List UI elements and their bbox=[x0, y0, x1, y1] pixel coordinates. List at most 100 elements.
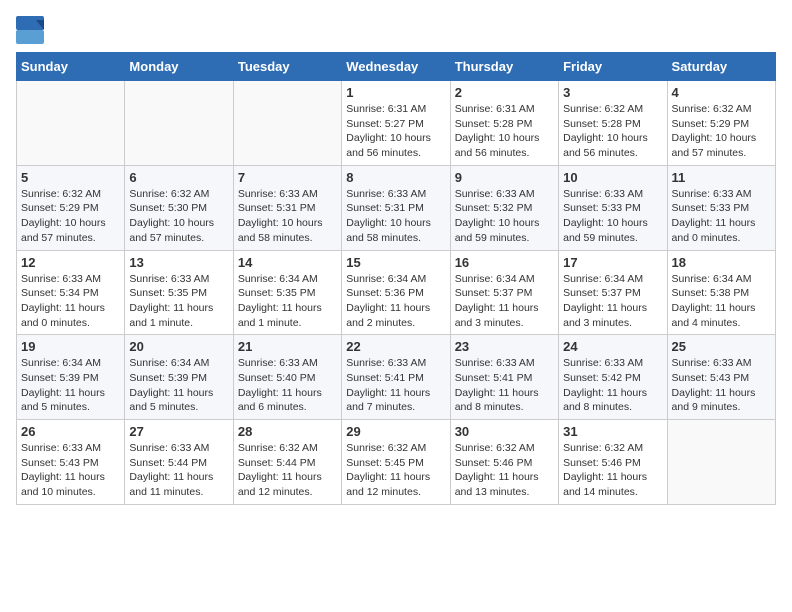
day-cell: 4 Sunrise: 6:32 AMSunset: 5:29 PMDaylight… bbox=[667, 81, 775, 166]
header-day-tuesday: Tuesday bbox=[233, 53, 341, 81]
day-info: Sunrise: 6:33 AMSunset: 5:42 PMDaylight:… bbox=[563, 356, 662, 415]
day-cell: 5Sunrise: 6:32 AMSunset: 5:29 PMDaylight… bbox=[17, 165, 125, 250]
day-cell: 14 Sunrise: 6:34 AMSunset: 5:35 PMDayligh… bbox=[233, 250, 341, 335]
day-number: 19 bbox=[21, 339, 120, 354]
day-info: Sunrise: 6:34 AMSunset: 5:39 PMDaylight:… bbox=[129, 356, 228, 415]
day-cell: 31 Sunrise: 6:32 AMSunset: 5:46 PMDayligh… bbox=[559, 420, 667, 505]
day-number: 21 bbox=[238, 339, 337, 354]
day-cell: 17 Sunrise: 6:34 AMSunset: 5:37 PMDayligh… bbox=[559, 250, 667, 335]
day-cell: 24 Sunrise: 6:33 AMSunset: 5:42 PMDayligh… bbox=[559, 335, 667, 420]
day-cell: 13 Sunrise: 6:33 AMSunset: 5:35 PMDayligh… bbox=[125, 250, 233, 335]
day-cell: 26 Sunrise: 6:33 AMSunset: 5:43 PMDayligh… bbox=[17, 420, 125, 505]
day-info: Sunrise: 6:33 AMSunset: 5:43 PMDaylight:… bbox=[21, 441, 120, 500]
day-info: Sunrise: 6:34 AMSunset: 5:38 PMDaylight:… bbox=[672, 272, 771, 331]
day-number: 16 bbox=[455, 255, 554, 270]
day-number: 31 bbox=[563, 424, 662, 439]
day-cell: 11Sunrise: 6:33 AMSunset: 5:33 PMDayligh… bbox=[667, 165, 775, 250]
day-number: 7 bbox=[238, 170, 337, 185]
day-cell bbox=[17, 81, 125, 166]
day-cell: 20Sunrise: 6:34 AMSunset: 5:39 PMDayligh… bbox=[125, 335, 233, 420]
day-number: 24 bbox=[563, 339, 662, 354]
header-day-sunday: Sunday bbox=[17, 53, 125, 81]
day-cell: 2 Sunrise: 6:31 AMSunset: 5:28 PMDaylight… bbox=[450, 81, 558, 166]
day-number: 17 bbox=[563, 255, 662, 270]
logo bbox=[16, 16, 46, 44]
day-info: Sunrise: 6:32 AMSunset: 5:29 PMDaylight:… bbox=[21, 187, 120, 246]
week-row-3: 12 Sunrise: 6:33 AMSunset: 5:34 PMDayligh… bbox=[17, 250, 776, 335]
day-info: Sunrise: 6:33 AMSunset: 5:32 PMDaylight:… bbox=[455, 187, 554, 246]
day-number: 30 bbox=[455, 424, 554, 439]
day-info: Sunrise: 6:32 AMSunset: 5:46 PMDaylight:… bbox=[563, 441, 662, 500]
day-info: Sunrise: 6:33 AMSunset: 5:31 PMDaylight:… bbox=[346, 187, 445, 246]
day-number: 23 bbox=[455, 339, 554, 354]
day-info: Sunrise: 6:33 AMSunset: 5:31 PMDaylight:… bbox=[238, 187, 337, 246]
day-number: 27 bbox=[129, 424, 228, 439]
day-info: Sunrise: 6:34 AMSunset: 5:35 PMDaylight:… bbox=[238, 272, 337, 331]
day-info: Sunrise: 6:33 AMSunset: 5:33 PMDaylight:… bbox=[563, 187, 662, 246]
day-number: 2 bbox=[455, 85, 554, 100]
day-number: 12 bbox=[21, 255, 120, 270]
day-number: 26 bbox=[21, 424, 120, 439]
day-info: Sunrise: 6:32 AMSunset: 5:46 PMDaylight:… bbox=[455, 441, 554, 500]
header-row: SundayMondayTuesdayWednesdayThursdayFrid… bbox=[17, 53, 776, 81]
day-info: Sunrise: 6:33 AMSunset: 5:40 PMDaylight:… bbox=[238, 356, 337, 415]
day-cell bbox=[125, 81, 233, 166]
day-cell: 1 Sunrise: 6:31 AMSunset: 5:27 PMDaylight… bbox=[342, 81, 450, 166]
day-info: Sunrise: 6:31 AMSunset: 5:28 PMDaylight:… bbox=[455, 102, 554, 161]
header-day-friday: Friday bbox=[559, 53, 667, 81]
day-info: Sunrise: 6:33 AMSunset: 5:35 PMDaylight:… bbox=[129, 272, 228, 331]
day-number: 28 bbox=[238, 424, 337, 439]
day-info: Sunrise: 6:32 AMSunset: 5:30 PMDaylight:… bbox=[129, 187, 228, 246]
day-info: Sunrise: 6:33 AMSunset: 5:43 PMDaylight:… bbox=[672, 356, 771, 415]
day-info: Sunrise: 6:34 AMSunset: 5:39 PMDaylight:… bbox=[21, 356, 120, 415]
day-cell: 27 Sunrise: 6:33 AMSunset: 5:44 PMDayligh… bbox=[125, 420, 233, 505]
day-info: Sunrise: 6:32 AMSunset: 5:29 PMDaylight:… bbox=[672, 102, 771, 161]
calendar-table: SundayMondayTuesdayWednesdayThursdayFrid… bbox=[16, 52, 776, 505]
day-cell: 3 Sunrise: 6:32 AMSunset: 5:28 PMDaylight… bbox=[559, 81, 667, 166]
day-cell: 7 Sunrise: 6:33 AMSunset: 5:31 PMDaylight… bbox=[233, 165, 341, 250]
day-cell: 8 Sunrise: 6:33 AMSunset: 5:31 PMDaylight… bbox=[342, 165, 450, 250]
day-info: Sunrise: 6:33 AMSunset: 5:41 PMDaylight:… bbox=[346, 356, 445, 415]
day-cell: 12 Sunrise: 6:33 AMSunset: 5:34 PMDayligh… bbox=[17, 250, 125, 335]
day-cell: 25 Sunrise: 6:33 AMSunset: 5:43 PMDayligh… bbox=[667, 335, 775, 420]
day-info: Sunrise: 6:32 AMSunset: 5:28 PMDaylight:… bbox=[563, 102, 662, 161]
day-info: Sunrise: 6:31 AMSunset: 5:27 PMDaylight:… bbox=[346, 102, 445, 161]
day-cell: 10 Sunrise: 6:33 AMSunset: 5:33 PMDayligh… bbox=[559, 165, 667, 250]
day-number: 3 bbox=[563, 85, 662, 100]
day-cell bbox=[667, 420, 775, 505]
day-cell: 22Sunrise: 6:33 AMSunset: 5:41 PMDayligh… bbox=[342, 335, 450, 420]
day-number: 8 bbox=[346, 170, 445, 185]
week-row-2: 5Sunrise: 6:32 AMSunset: 5:29 PMDaylight… bbox=[17, 165, 776, 250]
day-cell: 6Sunrise: 6:32 AMSunset: 5:30 PMDaylight… bbox=[125, 165, 233, 250]
header-day-wednesday: Wednesday bbox=[342, 53, 450, 81]
header-day-thursday: Thursday bbox=[450, 53, 558, 81]
day-info: Sunrise: 6:33 AMSunset: 5:34 PMDaylight:… bbox=[21, 272, 120, 331]
header-day-monday: Monday bbox=[125, 53, 233, 81]
day-cell bbox=[233, 81, 341, 166]
day-cell: 16Sunrise: 6:34 AMSunset: 5:37 PMDayligh… bbox=[450, 250, 558, 335]
day-number: 9 bbox=[455, 170, 554, 185]
week-row-4: 19 Sunrise: 6:34 AMSunset: 5:39 PMDayligh… bbox=[17, 335, 776, 420]
day-cell: 9 Sunrise: 6:33 AMSunset: 5:32 PMDaylight… bbox=[450, 165, 558, 250]
day-number: 4 bbox=[672, 85, 771, 100]
header-day-saturday: Saturday bbox=[667, 53, 775, 81]
day-number: 15 bbox=[346, 255, 445, 270]
day-number: 18 bbox=[672, 255, 771, 270]
day-cell: 29Sunrise: 6:32 AMSunset: 5:45 PMDayligh… bbox=[342, 420, 450, 505]
calendar-body: 1 Sunrise: 6:31 AMSunset: 5:27 PMDaylight… bbox=[17, 81, 776, 505]
logo-icon bbox=[16, 16, 44, 44]
day-info: Sunrise: 6:33 AMSunset: 5:44 PMDaylight:… bbox=[129, 441, 228, 500]
week-row-1: 1 Sunrise: 6:31 AMSunset: 5:27 PMDaylight… bbox=[17, 81, 776, 166]
calendar-header: SundayMondayTuesdayWednesdayThursdayFrid… bbox=[17, 53, 776, 81]
day-info: Sunrise: 6:34 AMSunset: 5:37 PMDaylight:… bbox=[563, 272, 662, 331]
day-cell: 19 Sunrise: 6:34 AMSunset: 5:39 PMDayligh… bbox=[17, 335, 125, 420]
day-number: 10 bbox=[563, 170, 662, 185]
day-cell: 28Sunrise: 6:32 AMSunset: 5:44 PMDayligh… bbox=[233, 420, 341, 505]
day-number: 13 bbox=[129, 255, 228, 270]
day-cell: 23 Sunrise: 6:33 AMSunset: 5:41 PMDayligh… bbox=[450, 335, 558, 420]
day-number: 1 bbox=[346, 85, 445, 100]
day-number: 14 bbox=[238, 255, 337, 270]
day-number: 25 bbox=[672, 339, 771, 354]
day-info: Sunrise: 6:32 AMSunset: 5:45 PMDaylight:… bbox=[346, 441, 445, 500]
day-info: Sunrise: 6:33 AMSunset: 5:41 PMDaylight:… bbox=[455, 356, 554, 415]
